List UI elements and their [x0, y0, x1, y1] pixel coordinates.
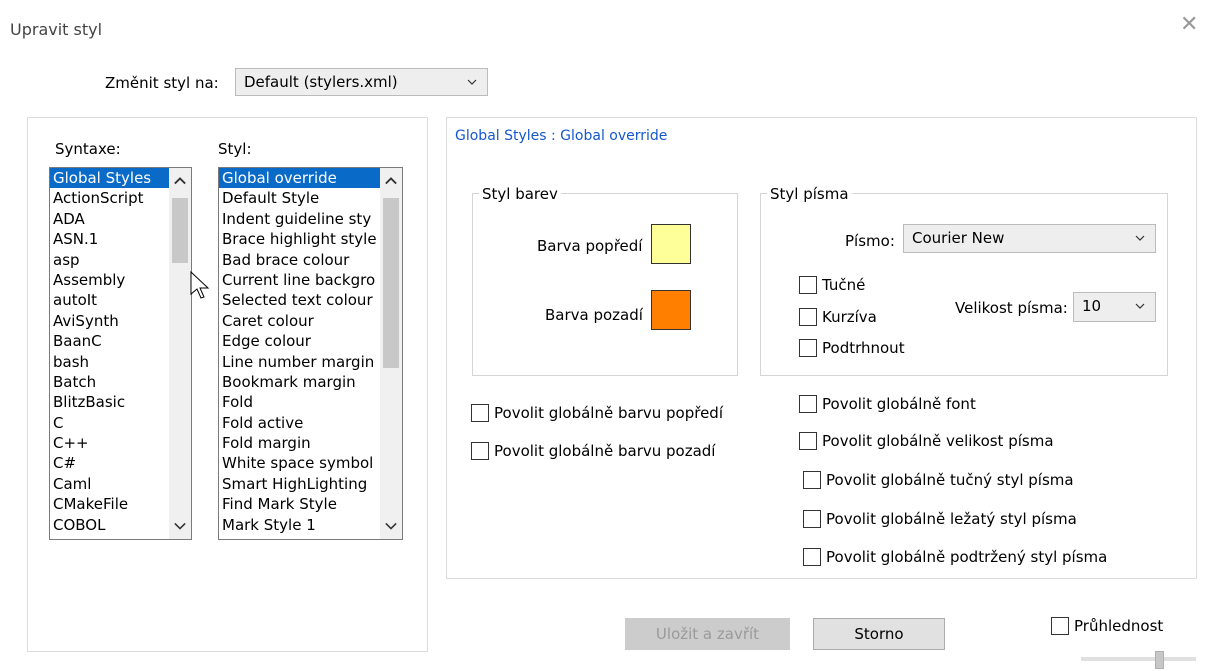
style-list-item[interactable]: Current line backgro	[219, 270, 402, 290]
syntax-scrollbar[interactable]	[169, 168, 191, 539]
transparency-checkbox[interactable]: Průhlednost	[1051, 617, 1163, 635]
style-scrollbar[interactable]	[380, 168, 402, 539]
style-list-item[interactable]: Mark Style 1	[219, 515, 402, 535]
font-size-label: Velikost písma:	[955, 299, 1068, 317]
chevron-down-icon	[465, 75, 479, 89]
italic-label: Kurzíva	[822, 308, 877, 326]
global-size-label: Povolit globálně velikost písma	[822, 432, 1054, 450]
save-close-button[interactable]: Uložit a zavřít	[625, 618, 790, 650]
scroll-down-icon[interactable]	[380, 517, 402, 535]
checkbox-box[interactable]	[803, 548, 821, 566]
style-list-item[interactable]: Find Mark Style	[219, 494, 402, 514]
background-color-swatch[interactable]	[651, 290, 691, 330]
style-list-item[interactable]: Global override	[219, 168, 402, 189]
checkbox-box[interactable]	[799, 276, 817, 294]
global-underline-checkbox[interactable]: Povolit globálně podtržený styl písma	[803, 548, 1107, 566]
style-list-item[interactable]: White space symbol	[219, 453, 402, 473]
bold-checkbox[interactable]: Tučné	[799, 276, 865, 294]
scroll-down-icon[interactable]	[169, 517, 191, 535]
font-size-value: 10	[1082, 297, 1102, 315]
window-title: Upravit styl	[10, 20, 103, 39]
transparency-label: Průhlednost	[1074, 617, 1164, 635]
font-label: Písmo:	[845, 232, 895, 250]
global-italic-checkbox[interactable]: Povolit globálně ležatý styl písma	[803, 510, 1077, 528]
cancel-button[interactable]: Storno	[813, 618, 945, 650]
style-list-item[interactable]: Indent guideline sty	[219, 209, 402, 229]
underline-checkbox[interactable]: Podtrhnout	[799, 339, 905, 357]
style-list-item[interactable]: Edge colour	[219, 331, 402, 351]
checkbox-box[interactable]	[799, 432, 817, 450]
style-label: Styl:	[218, 140, 252, 158]
style-list-item[interactable]: Line number margin	[219, 352, 402, 372]
font-dropdown[interactable]: Courier New	[903, 224, 1156, 253]
style-theme-value: Default (stylers.xml)	[244, 73, 398, 91]
checkbox-box[interactable]	[471, 404, 489, 422]
global-italic-label: Povolit globálně ležatý styl písma	[826, 510, 1077, 528]
checkbox-box[interactable]	[799, 339, 817, 357]
scroll-thumb[interactable]	[172, 198, 188, 263]
transparency-slider-thumb[interactable]	[1155, 651, 1164, 669]
global-underline-label: Povolit globálně podtržený styl písma	[826, 548, 1108, 566]
chevron-down-icon	[1133, 299, 1147, 313]
style-list-item[interactable]: Fold	[219, 392, 402, 412]
style-list-item[interactable]: Fold margin	[219, 433, 402, 453]
style-listbox[interactable]: Global override Default Style Indent guide…	[218, 167, 403, 540]
chevron-down-icon	[1133, 231, 1147, 245]
style-list-item[interactable]: Default Style	[219, 188, 402, 208]
bold-label: Tučné	[822, 276, 866, 294]
style-list-item[interactable]: Bad brace colour	[219, 250, 402, 270]
global-bg-checkbox[interactable]: Povolit globálně barvu pozadí	[471, 442, 715, 460]
style-list-item[interactable]: Caret colour	[219, 311, 402, 331]
font-size-dropdown[interactable]: 10	[1073, 292, 1156, 322]
foreground-color-swatch[interactable]	[651, 224, 691, 264]
color-style-group	[472, 193, 738, 376]
scroll-thumb[interactable]	[383, 198, 399, 368]
syntax-label: Syntaxe:	[55, 140, 121, 158]
global-font-checkbox[interactable]: Povolit globálně font	[799, 395, 976, 413]
background-label: Barva pozadí	[545, 306, 643, 324]
underline-label: Podtrhnout	[822, 339, 905, 357]
font-style-title: Styl písma	[767, 185, 852, 203]
font-value: Courier New	[912, 229, 1005, 247]
global-bold-label: Povolit globálně tučný styl písma	[826, 471, 1074, 489]
global-bg-label: Povolit globálně barvu pozadí	[494, 442, 716, 460]
style-list-item[interactable]: Smart HighLighting	[219, 474, 402, 494]
global-fg-label: Povolit globálně barvu popředí	[494, 404, 723, 422]
transparency-slider-track[interactable]	[1081, 657, 1196, 661]
global-font-label: Povolit globálně font	[822, 395, 976, 413]
change-style-label: Změnit styl na:	[105, 74, 219, 92]
checkbox-box[interactable]	[799, 308, 817, 326]
foreground-label: Barva popředí	[537, 237, 643, 255]
syntax-listbox[interactable]: Global Styles ActionScript ADA ASN.1 asp Asse…	[49, 167, 192, 540]
style-list-item[interactable]: Bookmark margin	[219, 372, 402, 392]
style-list-item[interactable]: Selected text colour	[219, 290, 402, 310]
scroll-up-icon[interactable]	[380, 172, 402, 190]
style-list-item[interactable]: Fold active	[219, 413, 402, 433]
global-bold-checkbox[interactable]: Povolit globálně tučný styl písma	[803, 471, 1074, 489]
current-style-header: Global Styles : Global override	[455, 128, 668, 144]
checkbox-box[interactable]	[803, 471, 821, 489]
checkbox-box[interactable]	[471, 442, 489, 460]
style-theme-dropdown[interactable]: Default (stylers.xml)	[235, 68, 488, 96]
italic-checkbox[interactable]: Kurzíva	[799, 308, 877, 326]
color-style-title: Styl barev	[479, 185, 561, 203]
style-list-item[interactable]: Brace highlight style	[219, 229, 402, 249]
checkbox-box[interactable]	[799, 395, 817, 413]
close-icon[interactable]: ✕	[1180, 14, 1198, 36]
checkbox-box[interactable]	[1051, 617, 1069, 635]
checkbox-box[interactable]	[803, 510, 821, 528]
global-fg-checkbox[interactable]: Povolit globálně barvu popředí	[471, 404, 723, 422]
scroll-up-icon[interactable]	[169, 172, 191, 190]
mouse-pointer-icon	[190, 270, 210, 299]
global-size-checkbox[interactable]: Povolit globálně velikost písma	[799, 432, 1054, 450]
